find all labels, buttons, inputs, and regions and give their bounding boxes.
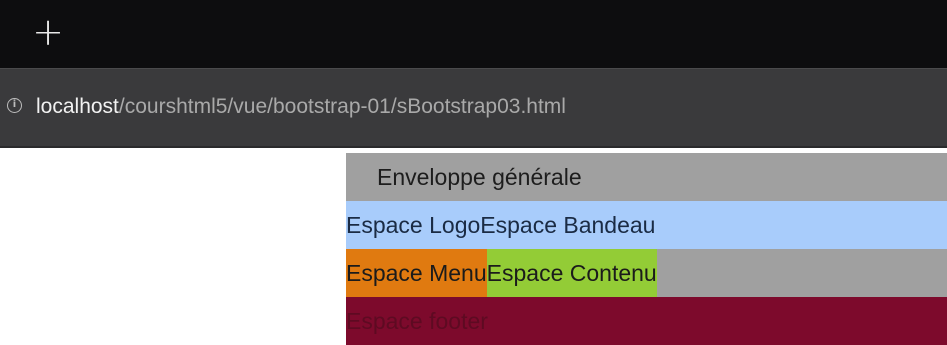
content-area: Espace Contenu <box>486 249 657 297</box>
general-wrapper: Enveloppe générale Espace LogoEspace Ban… <box>346 153 947 345</box>
main-row: Espace MenuEspace Contenu <box>346 249 947 297</box>
url-path: /courshtml5/vue/bootstrap-01/sBootstrap0… <box>118 95 566 118</box>
browser-tab-bar: + <box>0 0 947 68</box>
address-bar[interactable]: i localhost/courshtml5/vue/bootstrap-01/… <box>0 68 947 148</box>
url-text[interactable]: localhost/courshtml5/vue/bootstrap-01/sB… <box>36 93 566 121</box>
header-row: Espace LogoEspace Bandeau <box>346 201 947 249</box>
site-info-icon[interactable]: i <box>7 98 22 113</box>
page-viewport: Enveloppe générale Espace LogoEspace Ban… <box>0 148 947 345</box>
logo-area: Espace Logo <box>346 212 481 238</box>
menu-area: Espace Menu <box>346 249 487 297</box>
banner-area: Espace Bandeau <box>480 212 656 238</box>
new-tab-plus-icon[interactable]: + <box>28 12 68 52</box>
url-host: localhost <box>36 95 119 118</box>
wrapper-label: Enveloppe générale <box>346 153 947 201</box>
